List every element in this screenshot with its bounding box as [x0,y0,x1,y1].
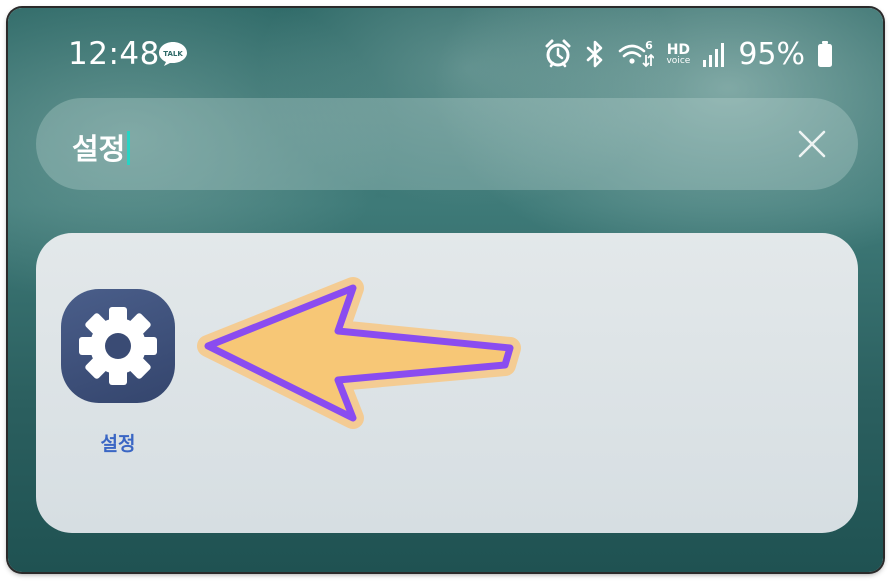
status-time: 12:48 [68,36,160,72]
hd-label: HD [666,41,691,58]
settings-app-icon[interactable] [61,289,175,403]
search-query: 설정 [72,132,126,166]
close-icon[interactable] [792,124,832,164]
text-caret [127,131,131,165]
talk-badge-text: TALK [163,50,183,58]
voice-label: voice [666,55,691,66]
alarm-icon [545,39,571,68]
phone-screen: 12:48 TALK 6 HD voice 95% 설정 설정 [8,8,883,572]
signal-icon [703,43,725,67]
status-bar: 12:48 TALK 6 HD voice 95% [8,8,883,100]
battery-percent: 95% [738,36,805,72]
talk-icon: TALK [159,42,187,66]
search-input[interactable]: 설정 [72,126,131,168]
app-result-settings[interactable]: 설정 [61,289,175,459]
wifi-6-icon: 6 [619,39,655,68]
search-bar[interactable]: 설정 [36,98,858,190]
status-icons: 6 HD voice 95% [544,34,833,74]
bluetooth-icon [587,40,603,68]
battery-icon [818,41,832,67]
wifi-6-badge: 6 [646,39,654,52]
hd-voice-icon: HD voice [666,43,690,66]
settings-app-label[interactable]: 설정 [61,429,175,456]
search-results-card: 설정 [36,233,858,533]
gear-icon [79,307,157,385]
